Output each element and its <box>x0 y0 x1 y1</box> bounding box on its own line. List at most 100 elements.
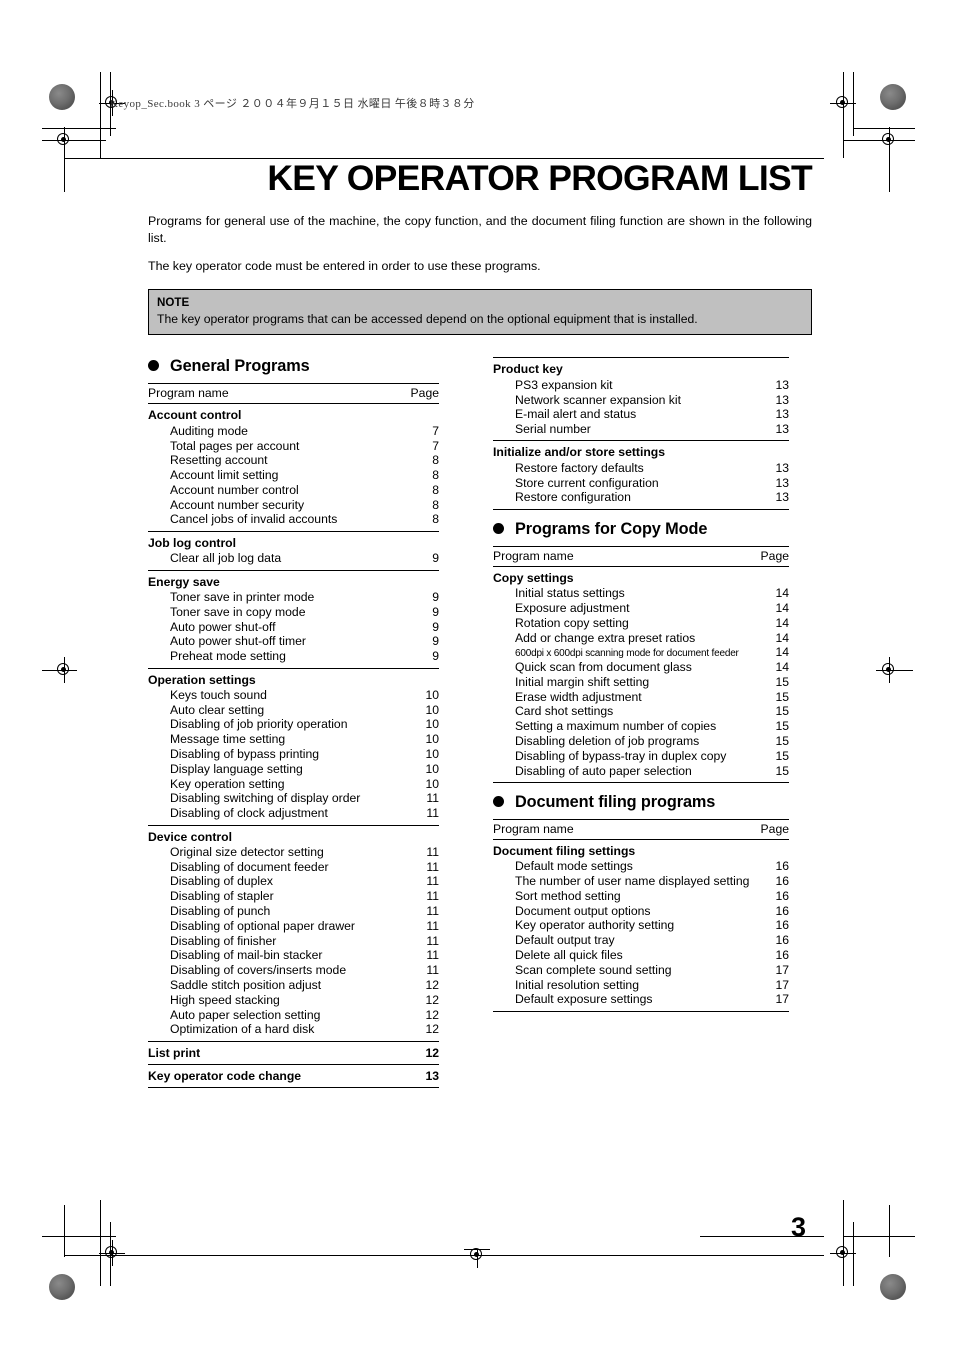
crop-line <box>843 1236 915 1237</box>
toc-item-page: 12 <box>425 992 439 1007</box>
toc-item-page: 15 <box>775 674 789 689</box>
intro-paragraph-1: Programs for general use of the machine,… <box>148 214 812 245</box>
toc-item-name: Restore factory defaults <box>515 460 644 475</box>
toc-item-row[interactable]: Saddle stitch position adjust 12 <box>148 978 439 993</box>
toc-item-row[interactable]: Default exposure settings 17 <box>493 992 789 1007</box>
toc-item-row[interactable]: Resetting account 8 <box>148 453 439 468</box>
toc-item-row[interactable]: Disabling of auto paper selection 15 <box>493 763 789 778</box>
crop-line <box>853 72 854 136</box>
toc-item-row[interactable]: Disabling of finisher 11 <box>148 933 439 948</box>
toc-solo-row[interactable]: List print 12 <box>148 1040 439 1065</box>
toc-item-name: Initial resolution setting <box>515 977 639 992</box>
toc-item-row[interactable]: Disabling of clock adjustment 11 <box>148 806 439 821</box>
toc-item-name: Account number control <box>170 482 299 497</box>
toc-item-row[interactable]: Account number security 8 <box>148 497 439 512</box>
toc-item-row[interactable]: Default output tray 16 <box>493 933 789 948</box>
toc-item-row[interactable]: Message time setting 10 <box>148 732 439 747</box>
toc-item-page: 16 <box>775 918 789 933</box>
toc-item-row[interactable]: Optimization of a hard disk 12 <box>148 1022 439 1037</box>
registration-target <box>99 1240 125 1266</box>
toc-item-row[interactable]: Disabling of document feeder 11 <box>148 859 439 874</box>
toc-item-row[interactable]: Auto power shut-off 9 <box>148 619 439 634</box>
toc-item-row[interactable]: Disabling of job priority operation 10 <box>148 717 439 732</box>
toc-item-name: Key operator authority setting <box>515 918 675 933</box>
toc-item-row[interactable]: Add or change extra preset ratios 14 <box>493 630 789 645</box>
toc-item-row[interactable]: Rotation copy setting 14 <box>493 615 789 630</box>
toc-item-row[interactable]: Auto power shut-off timer 9 <box>148 634 439 649</box>
toc-item-row[interactable]: Restore configuration 13 <box>493 490 789 505</box>
toc-item-row[interactable]: Initial status settings 14 <box>493 586 789 601</box>
toc-item-name: Disabling of optional paper drawer <box>170 918 355 933</box>
toc-item-row[interactable]: The number of user name displayed settin… <box>493 874 789 889</box>
toc-item-row[interactable]: Disabling of duplex 11 <box>148 874 439 889</box>
toc-item-row[interactable]: Keys touch sound 10 <box>148 688 439 703</box>
toc-item-row[interactable]: Card shot settings 15 <box>493 704 789 719</box>
toc-item-row[interactable]: Serial number 13 <box>493 422 789 437</box>
toc-item-row[interactable]: Initial resolution setting 17 <box>493 977 789 992</box>
toc-item-page: 11 <box>426 918 439 933</box>
toc-item-row[interactable]: Scan complete sound setting 17 <box>493 962 789 977</box>
toc-item-name: Setting a maximum number of copies <box>515 719 717 734</box>
toc-item-row[interactable]: Initial margin shift setting 15 <box>493 675 789 690</box>
toc-item-row[interactable]: Disabling of stapler 11 <box>148 889 439 904</box>
toc-item-row[interactable]: Total pages per account 7 <box>148 438 439 453</box>
toc-item-name: Rotation copy setting <box>515 615 629 630</box>
toc-item-row[interactable]: Disabling of punch 11 <box>148 904 439 919</box>
toc-item-row[interactable]: Erase width adjustment 15 <box>493 689 789 704</box>
toc-header-row: Program name Page <box>493 818 789 840</box>
toc-item-page: 12 <box>425 1007 439 1022</box>
toc-item-page: 8 <box>432 468 439 483</box>
toc-item-row[interactable]: Sort method setting 16 <box>493 889 789 904</box>
registration-target <box>876 657 902 683</box>
toc-item-row[interactable]: Auto clear setting 10 <box>148 702 439 717</box>
toc-item-row[interactable]: Original size detector setting 11 <box>148 845 439 860</box>
toc-item-page: 12 <box>425 977 439 992</box>
toc-item-name: Disabling of bypass printing <box>170 747 320 762</box>
toc-item-page: 12 <box>425 1022 439 1037</box>
toc-item-name: Disabling deletion of job programs <box>515 734 700 749</box>
toc-item-row[interactable]: Auto paper selection setting 12 <box>148 1007 439 1022</box>
toc-item-row[interactable]: Disabling of covers/inserts mode 11 <box>148 963 439 978</box>
toc-item-page: 17 <box>775 992 789 1007</box>
toc-item-row[interactable]: E-mail alert and status 13 <box>493 407 789 422</box>
toc-item-name: Auto power shut-off <box>170 619 276 634</box>
registration-target <box>51 657 77 683</box>
toc-item-row[interactable]: Delete all quick files 16 <box>493 948 789 963</box>
toc-item-row[interactable]: High speed stacking 12 <box>148 992 439 1007</box>
toc-item-row[interactable]: Disabling of bypass-tray in duplex copy … <box>493 748 789 763</box>
toc-item-row[interactable]: Key operation setting 10 <box>148 776 439 791</box>
toc-item-row[interactable]: PS3 expansion kit 13 <box>493 377 789 392</box>
toc-item-row[interactable]: Disabling deletion of job programs 15 <box>493 734 789 749</box>
toc-item-row[interactable]: 600dpi x 600dpi scanning mode for docume… <box>493 645 789 660</box>
toc-item-row[interactable]: Disabling switching of display order 11 <box>148 791 439 806</box>
toc-item-row[interactable]: Document output options 16 <box>493 903 789 918</box>
toc-item-row[interactable]: Store current configuration 13 <box>493 475 789 490</box>
toc-item-row[interactable]: Account number control 8 <box>148 482 439 497</box>
toc-item-row[interactable]: Account limit setting 8 <box>148 468 439 483</box>
toc-item-row[interactable]: Setting a maximum number of copies 15 <box>493 719 789 734</box>
toc-item-row[interactable]: Default mode settings 16 <box>493 859 789 874</box>
toc-column-left: General Programs Program name Page Accou… <box>148 357 439 1088</box>
toc-item-row[interactable]: Restore factory defaults 13 <box>493 460 789 475</box>
toc-item-row[interactable]: Clear all job log data 9 <box>148 551 439 566</box>
toc-item-row[interactable]: Disabling of bypass printing 10 <box>148 747 439 762</box>
toc-group-row: Job log control <box>148 530 439 551</box>
toc-item-row[interactable]: Cancel jobs of invalid accounts 8 <box>148 512 439 527</box>
toc-item-row[interactable]: Disabling of mail-bin stacker 11 <box>148 948 439 963</box>
toc-item-row[interactable]: Display language setting 10 <box>148 761 439 776</box>
toc-item-name: Auditing mode <box>170 423 248 438</box>
color-bar-dot <box>880 1274 906 1300</box>
toc-solo-row[interactable]: Key operator code change 13 <box>148 1063 439 1088</box>
toc-item-row[interactable]: Disabling of optional paper drawer 11 <box>148 918 439 933</box>
toc-item-row[interactable]: Toner save in copy mode 9 <box>148 604 439 619</box>
toc-item-row[interactable]: Network scanner expansion kit 13 <box>493 392 789 407</box>
toc-item-row[interactable]: Toner save in printer mode 9 <box>148 590 439 605</box>
toc-item-row[interactable]: Quick scan from document glass 14 <box>493 660 789 675</box>
toc-item-page: 13 <box>775 490 789 505</box>
toc-item-row[interactable]: Preheat mode setting 9 <box>148 649 439 664</box>
toc-item-name: Disabling switching of display order <box>170 791 361 806</box>
toc-item-row[interactable]: Exposure adjustment 14 <box>493 601 789 616</box>
toc-item-row[interactable]: Auditing mode 7 <box>148 423 439 438</box>
toc-item-row[interactable]: Key operator authority setting 16 <box>493 918 789 933</box>
